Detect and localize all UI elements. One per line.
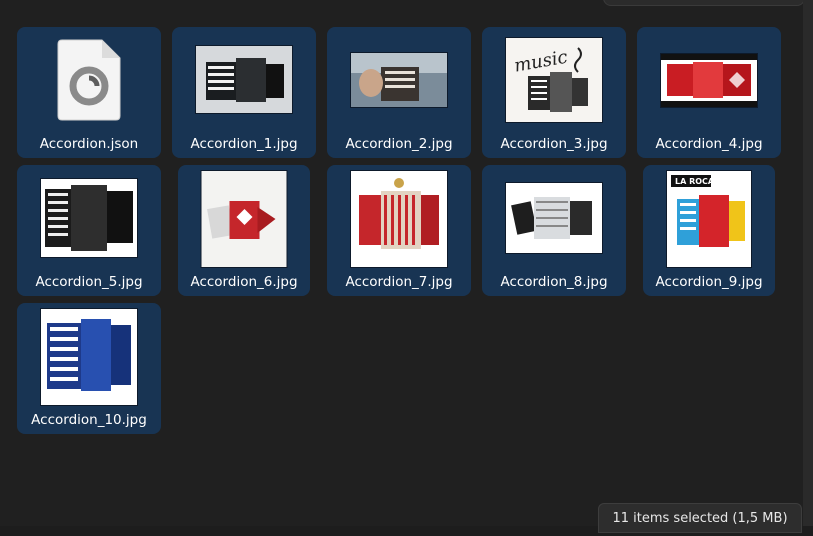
file-tile-accordion-5[interactable]: Accordion_5.jpg [17, 165, 161, 296]
file-tile-accordion-json[interactable]: Accordion.json [17, 27, 161, 158]
thumbnail-image: music [506, 38, 602, 122]
file-name: Accordion_5.jpg [35, 274, 143, 290]
thumbnail-image [506, 183, 602, 253]
file-tile-accordion-3[interactable]: music Accordion_3.jpg [482, 27, 626, 158]
file-name: Accordion_3.jpg [500, 136, 608, 152]
thumbnail-image [351, 171, 447, 267]
file-tile-accordion-6[interactable]: Accordion_6.jpg [178, 165, 310, 296]
thumbnail-image [201, 171, 287, 267]
file-grid-view[interactable]: Accordion.json Accordion_1.jpg Accordion [0, 0, 805, 536]
file-tile-accordion-7[interactable]: Accordion_7.jpg [327, 165, 471, 296]
file-name: Accordion_6.jpg [190, 274, 298, 290]
selection-status-popup: 11 items selected (1,5 MB) [598, 503, 802, 533]
file-name: Accordion_7.jpg [345, 274, 453, 290]
file-name: Accordion_8.jpg [500, 274, 608, 290]
thumbnail-image [351, 53, 447, 107]
search-bar-edge[interactable] [603, 0, 805, 6]
file-tile-accordion-10[interactable]: Accordion_10.jpg [17, 303, 161, 434]
file-name: Accordion.json [39, 136, 139, 152]
file-tile-accordion-9[interactable]: LA ROCA Accordion_9.jpg [643, 165, 775, 296]
file-name: Accordion_9.jpg [655, 274, 763, 290]
selection-status-text: 11 items selected (1,5 MB) [612, 510, 788, 526]
file-name: Accordion_1.jpg [190, 136, 298, 152]
thumbnail-image [41, 179, 137, 257]
file-name: Accordion_10.jpg [31, 412, 147, 428]
json-file-icon [56, 38, 122, 122]
file-tile-accordion-4[interactable]: Accordion_4.jpg [637, 27, 781, 158]
thumbnail-image [196, 46, 292, 113]
thumbnail-image: LA ROCA [667, 171, 751, 267]
terminal-edge-right [803, 0, 813, 536]
thumbnail-image [41, 309, 137, 405]
file-name: Accordion_4.jpg [655, 136, 763, 152]
thumbnail-image [661, 54, 757, 107]
file-tile-accordion-8[interactable]: Accordion_8.jpg [482, 165, 626, 296]
file-name: Accordion_2.jpg [345, 136, 453, 152]
thumbnail-la-roca-text: LA ROCA [675, 177, 715, 186]
file-tile-accordion-1[interactable]: Accordion_1.jpg [172, 27, 316, 158]
file-tile-accordion-2[interactable]: Accordion_2.jpg [327, 27, 471, 158]
